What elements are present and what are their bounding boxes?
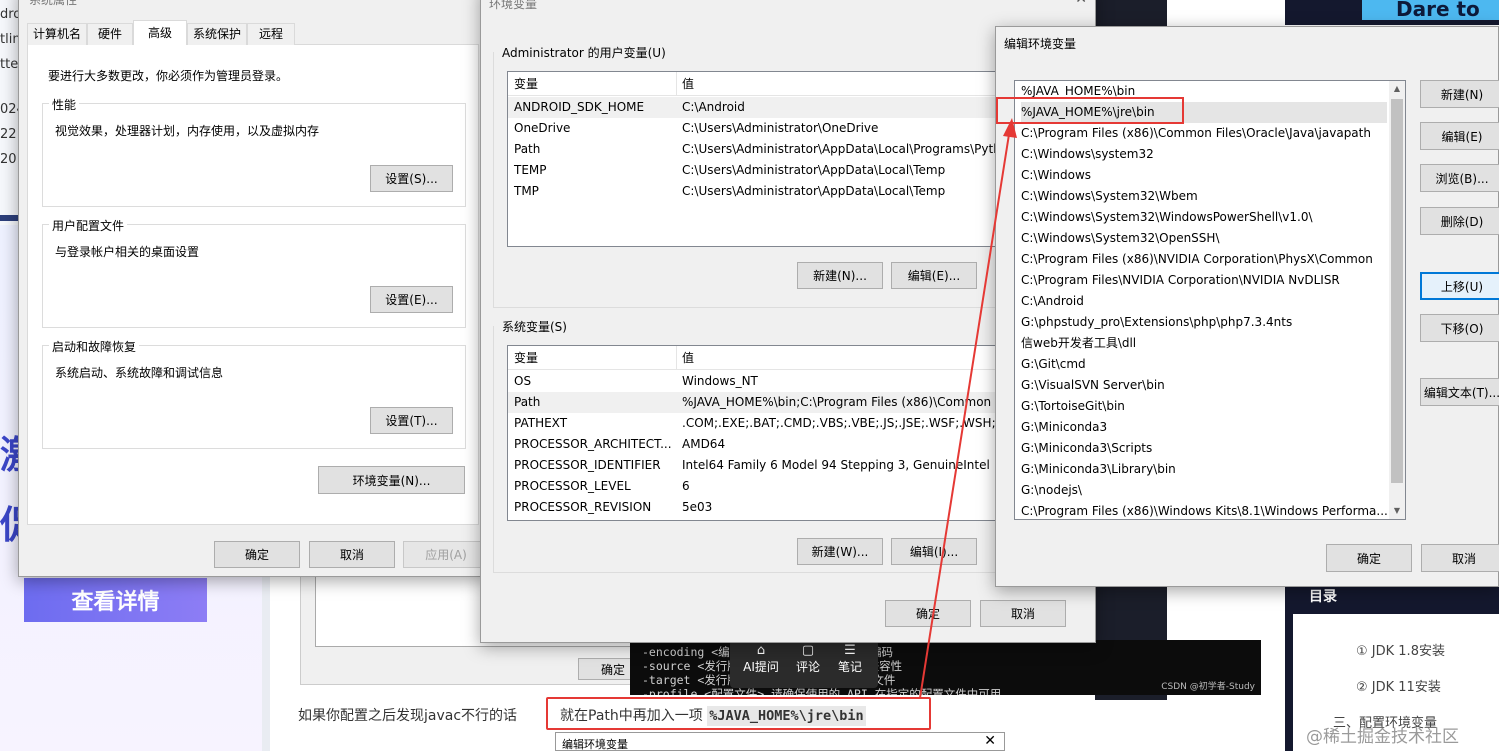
- annotation-arrow: [919, 118, 1017, 699]
- arrow-line: [919, 127, 1011, 699]
- arrow-head: [1003, 118, 1017, 138]
